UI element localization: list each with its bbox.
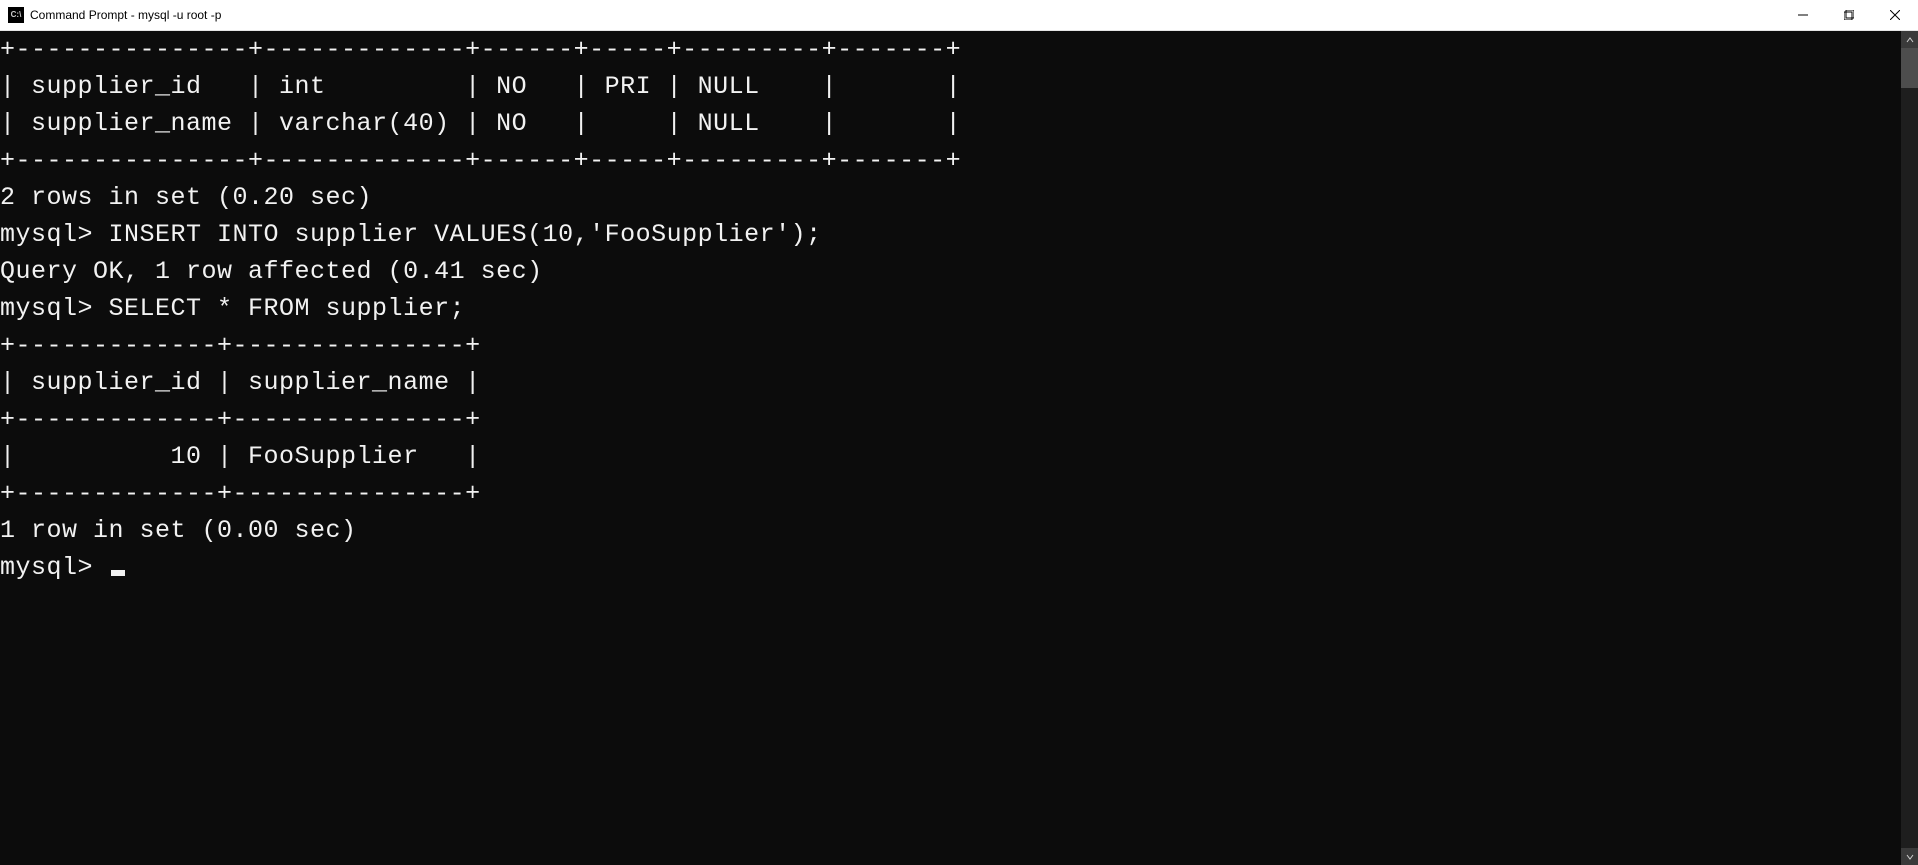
maximize-button[interactable] [1826, 0, 1872, 30]
cursor-icon [111, 570, 125, 576]
close-button[interactable] [1872, 0, 1918, 30]
terminal-line: +-------------+---------------+ [0, 327, 1901, 364]
titlebar[interactable]: C:\ Command Prompt - mysql -u root -p [0, 0, 1918, 31]
minimize-button[interactable] [1780, 0, 1826, 30]
terminal-line: | supplier_id | int | NO | PRI | NULL | … [0, 68, 1901, 105]
window-title: Command Prompt - mysql -u root -p [30, 8, 221, 22]
cmd-icon: C:\ [8, 7, 24, 23]
terminal-line: 2 rows in set (0.20 sec) [0, 179, 1901, 216]
client-area: +---------------+-------------+------+--… [0, 31, 1918, 865]
terminal-line: +-------------+---------------+ [0, 475, 1901, 512]
terminal-line: Query OK, 1 row affected (0.41 sec) [0, 253, 1901, 290]
maximize-icon [1844, 10, 1854, 20]
terminal-line: +-------------+---------------+ [0, 401, 1901, 438]
scroll-up-button[interactable] [1901, 31, 1918, 48]
chevron-up-icon [1906, 36, 1914, 44]
terminal-line: | 10 | FooSupplier | [0, 438, 1901, 475]
terminal-prompt-text: mysql> [0, 553, 109, 582]
scroll-down-button[interactable] [1901, 848, 1918, 865]
terminal-output[interactable]: +---------------+-------------+------+--… [0, 31, 1901, 865]
chevron-down-icon [1906, 853, 1914, 861]
terminal-line: | supplier_name | varchar(40) | NO | | N… [0, 105, 1901, 142]
minimize-icon [1798, 10, 1808, 20]
terminal-line: 1 row in set (0.00 sec) [0, 512, 1901, 549]
close-icon [1890, 10, 1900, 20]
terminal-line: mysql> SELECT * FROM supplier; [0, 290, 1901, 327]
scrollbar-track[interactable] [1901, 48, 1918, 848]
vertical-scrollbar[interactable] [1901, 31, 1918, 865]
terminal-line: +---------------+-------------+------+--… [0, 142, 1901, 179]
terminal-line: mysql> INSERT INTO supplier VALUES(10,'F… [0, 216, 1901, 253]
terminal-prompt-line[interactable]: mysql> [0, 549, 1901, 586]
terminal-line: | supplier_id | supplier_name | [0, 364, 1901, 401]
scrollbar-thumb[interactable] [1901, 48, 1918, 88]
app-window: C:\ Command Prompt - mysql -u root -p +-… [0, 0, 1918, 865]
terminal-line: +---------------+-------------+------+--… [0, 31, 1901, 68]
